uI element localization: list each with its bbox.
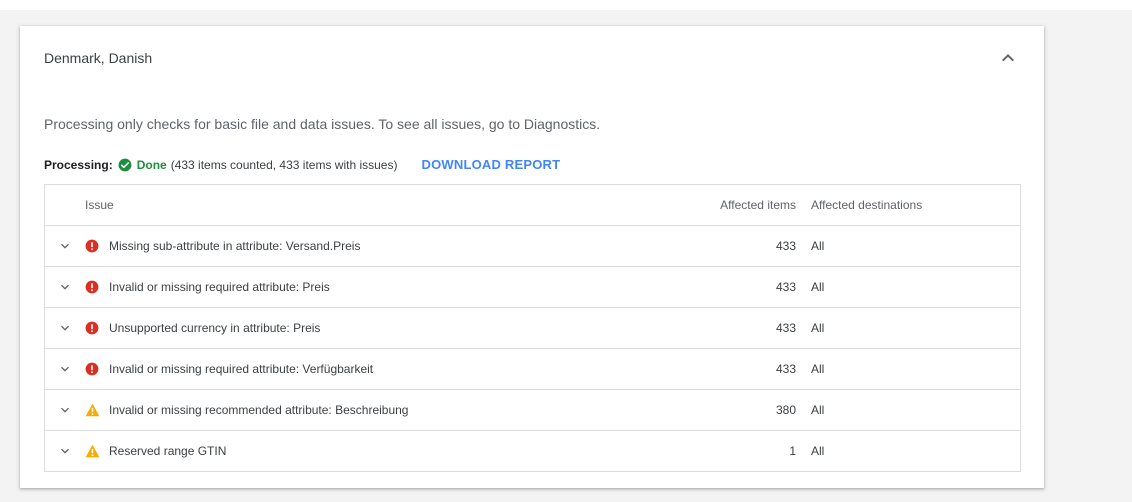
column-header-affected-destinations: Affected destinations [811,198,923,212]
error-icon [85,226,101,266]
affected-items-count: 1 [789,444,796,458]
card-title: Denmark, Danish [44,50,153,66]
error-icon [85,349,101,389]
status-label: Processing: [44,158,113,172]
affected-items-count: 433 [775,239,796,253]
affected-items-count: 433 [775,321,796,335]
table-row[interactable]: Invalid or missing required attribute: V… [45,348,1020,389]
expand-row-button[interactable] [57,390,73,430]
country-language-card: Denmark, Danish Processing only checks f… [20,26,1044,488]
issue-text: Invalid or missing recommended attribute… [109,403,409,417]
chevron-up-icon [1002,54,1014,62]
table-header-row: Issue Affected items Affected destinatio… [45,185,1020,225]
processing-status: Processing: Done (433 items counted, 433… [44,158,560,173]
table-row[interactable]: Unsupported currency in attribute: Preis… [45,307,1020,348]
affected-items-count: 433 [775,362,796,376]
top-strip [0,0,1132,10]
error-icon [85,267,101,307]
chevron-down-icon [61,325,69,331]
issues-table: Issue Affected items Affected destinatio… [44,184,1021,472]
issue-text: Invalid or missing required attribute: V… [109,362,374,376]
warning-icon [85,390,101,430]
collapse-button[interactable] [996,46,1020,70]
expand-row-button[interactable] [57,267,73,307]
issue-text: Unsupported currency in attribute: Preis [109,321,321,335]
status-details: (433 items counted, 433 items with issue… [170,158,398,172]
table-row[interactable]: Invalid or missing recommended attribute… [45,389,1020,430]
status-state: Done [136,158,167,172]
expand-row-button[interactable] [57,308,73,348]
chevron-down-icon [61,284,69,290]
check-circle-icon [118,158,132,172]
column-header-affected-items: Affected items [720,198,796,212]
affected-destinations: All [811,362,825,376]
affected-destinations: All [811,403,825,417]
column-header-issue: Issue [85,198,114,212]
affected-destinations: All [811,280,825,294]
download-report-button[interactable]: DOWNLOAD REPORT [421,158,560,172]
warning-icon [85,431,101,471]
expand-row-button[interactable] [57,431,73,471]
table-row[interactable]: Reserved range GTIN 1 All [45,430,1020,471]
chevron-down-icon [61,448,69,454]
expand-row-button[interactable] [57,226,73,266]
affected-destinations: All [811,321,825,335]
table-row[interactable]: Invalid or missing required attribute: P… [45,266,1020,307]
table-row[interactable]: Missing sub-attribute in attribute: Vers… [45,225,1020,266]
affected-destinations: All [811,444,825,458]
processing-info-text: Processing only checks for basic file an… [44,116,601,132]
expand-row-button[interactable] [57,349,73,389]
chevron-down-icon [61,366,69,372]
chevron-down-icon [61,407,69,413]
issue-text: Reserved range GTIN [109,444,227,458]
chevron-down-icon [61,243,69,249]
affected-destinations: All [811,239,825,253]
affected-items-count: 433 [775,280,796,294]
issue-text: Missing sub-attribute in attribute: Vers… [109,239,361,253]
table-body: Missing sub-attribute in attribute: Vers… [45,225,1020,471]
affected-items-count: 380 [775,403,796,417]
issue-text: Invalid or missing required attribute: P… [109,280,330,294]
error-icon [85,308,101,348]
